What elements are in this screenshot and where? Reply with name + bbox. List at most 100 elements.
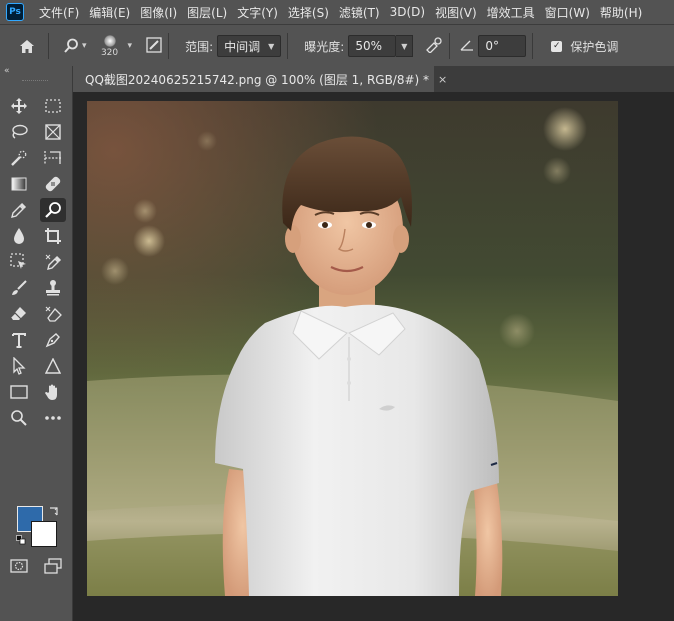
slice-icon (44, 151, 61, 165)
eraser-tool[interactable] (6, 302, 32, 326)
brush-tool[interactable] (6, 276, 32, 300)
angle-icon-wrap (460, 39, 474, 54)
exposure-dropdown[interactable]: ▼ (396, 35, 414, 57)
brush-preset-picker[interactable]: 320 (95, 34, 125, 58)
exposure-label: 曝光度: (304, 39, 345, 54)
color-sampler-tool[interactable] (40, 250, 66, 274)
healing-brush-tool[interactable] (40, 172, 66, 196)
separator (532, 33, 534, 59)
angle-input[interactable]: 0° (478, 35, 527, 57)
marquee-tool[interactable] (40, 94, 66, 118)
gradient-icon (11, 177, 27, 191)
stamp-icon (46, 280, 60, 296)
chevron-down-icon[interactable]: ▾ (128, 41, 133, 51)
shape-tool[interactable] (40, 354, 66, 378)
quick-selection-icon (11, 150, 27, 166)
bandage-icon (45, 176, 61, 192)
tool-preset-picker[interactable]: ▾ (63, 38, 87, 54)
hand-tool[interactable] (40, 380, 66, 404)
default-colors-icon[interactable] (16, 534, 26, 548)
eraser-icon (10, 307, 26, 320)
dodge-icon (45, 202, 61, 218)
type-icon (12, 333, 26, 348)
exposure-value: 50% (355, 39, 382, 53)
brush-size-value: 320 (100, 47, 119, 58)
protect-tones-checkbox[interactable]: ✓ (551, 40, 563, 52)
portrait-photo (87, 101, 618, 596)
pointer-arrow-icon (13, 357, 26, 375)
menu-filter[interactable]: 滤镜(T) (334, 4, 385, 21)
move-tool[interactable] (6, 94, 32, 118)
swap-colors-icon[interactable] (48, 506, 59, 520)
select-subject-tool[interactable] (6, 250, 32, 274)
menu-file[interactable]: 文件(F) (34, 4, 84, 21)
canvas-area[interactable] (73, 92, 674, 621)
menu-bar: Ps 文件(F) 编辑(E) 图像(I) 图层(L) 文字(Y) 选择(S) 滤… (0, 0, 674, 24)
lasso-tool[interactable] (6, 120, 32, 144)
clone-stamp-tool[interactable] (40, 276, 66, 300)
slice-tool[interactable] (40, 146, 66, 170)
rectangle-tool[interactable] (6, 380, 32, 404)
screen-mode[interactable] (40, 554, 66, 578)
crop-tool[interactable] (40, 224, 66, 248)
chevron-down-icon: ▼ (268, 41, 275, 51)
close-icon[interactable]: × (438, 73, 447, 86)
separator (449, 33, 451, 59)
quick-mask-mode[interactable] (6, 554, 32, 578)
document-canvas-image[interactable] (87, 101, 618, 596)
blur-drop-icon (14, 228, 24, 244)
document-tab[interactable]: QQ截图20240625215742.png @ 100% (图层 1, RGB… (73, 66, 447, 92)
menu-3d[interactable]: 3D(D) (385, 5, 430, 19)
path-selection-tool[interactable] (6, 354, 32, 378)
spacer-hidden (6, 488, 32, 512)
exposure-input[interactable]: 50% (348, 35, 397, 57)
brush-settings-button[interactable] (146, 36, 162, 56)
lasso-icon (12, 124, 28, 139)
dodge-tool[interactable] (40, 198, 66, 222)
blur-tool[interactable] (6, 224, 32, 248)
brush-settings-icon (146, 36, 162, 53)
angle-value: 0° (485, 39, 499, 53)
eyedropper-tool[interactable] (6, 198, 32, 222)
home-icon (20, 39, 34, 53)
magnifier-icon (11, 410, 27, 426)
collapse-panel-icon[interactable]: « (4, 66, 10, 76)
menu-edit[interactable]: 编辑(E) (84, 4, 135, 21)
menu-view[interactable]: 视图(V) (430, 4, 482, 21)
background-color-swatch[interactable] (31, 521, 57, 547)
more-tools[interactable] (40, 406, 66, 430)
range-select[interactable]: 中间调 ▼ (217, 35, 282, 57)
magic-eraser-tool[interactable] (40, 302, 66, 326)
checkmark-icon: ✓ (553, 41, 561, 51)
panel-grip[interactable] (22, 80, 48, 83)
chevron-down-icon: ▼ (401, 41, 408, 51)
move-icon (11, 98, 27, 114)
menu-type[interactable]: 文字(Y) (232, 4, 283, 21)
magic-eraser-icon (45, 306, 62, 322)
pen-tool[interactable] (40, 328, 66, 352)
frame-tool[interactable] (40, 120, 66, 144)
options-bar: ▾ 320 ▾ 范围: 中间调 ▼ 曝光度: 50% ▼ 0° ✓ 保护色调 (0, 24, 674, 67)
document-tab-title: QQ截图20240625215742.png @ 100% (图层 1, RGB… (85, 72, 430, 87)
menu-layer[interactable]: 图层(L) (182, 4, 232, 21)
brush-icon (12, 280, 27, 295)
gradient-tool[interactable] (6, 172, 32, 196)
menu-image[interactable]: 图像(I) (135, 4, 182, 21)
airbrush-icon (426, 36, 442, 54)
airbrush-button[interactable] (425, 36, 443, 56)
home-button[interactable] (12, 31, 42, 61)
type-tool[interactable] (6, 328, 32, 352)
zoom-tool[interactable] (6, 406, 32, 430)
range-value: 中间调 (224, 39, 261, 54)
quick-selection-tool[interactable] (6, 146, 32, 170)
document-tab-bar: QQ截图20240625215742.png @ 100% (图层 1, RGB… (73, 66, 674, 92)
rectangle-icon (10, 385, 28, 399)
hand-icon (45, 384, 57, 400)
menu-window[interactable]: 窗口(W) (540, 4, 595, 21)
tools-panel: « (0, 66, 73, 621)
menu-plugins[interactable]: 增效工具 (482, 4, 540, 21)
menu-help[interactable]: 帮助(H) (595, 4, 647, 21)
menu-select[interactable]: 选择(S) (283, 4, 334, 21)
separator (287, 33, 289, 59)
separator (168, 33, 170, 59)
